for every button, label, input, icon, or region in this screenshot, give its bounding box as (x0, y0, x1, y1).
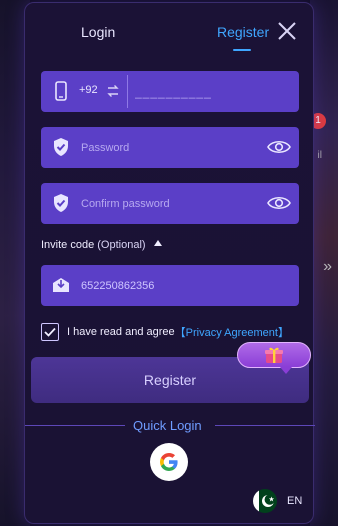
field-divider (127, 75, 128, 108)
eye-icon[interactable] (267, 138, 291, 156)
phone-field[interactable]: +92 (41, 71, 305, 112)
agreement-row: I have read and agree 【Privacy Agreement… (41, 322, 289, 342)
google-icon (160, 453, 178, 471)
invite-label-text: Invite code (41, 239, 95, 251)
confirm-password-field[interactable] (41, 183, 299, 224)
pakistan-flag-icon (253, 489, 277, 513)
close-icon (278, 22, 296, 40)
phone-input[interactable] (135, 81, 305, 103)
checkmark-icon (44, 327, 56, 337)
language-selector[interactable]: EN (253, 489, 302, 513)
caret-up-icon[interactable] (153, 239, 163, 247)
eye-icon[interactable] (267, 194, 291, 212)
invite-code-input[interactable] (81, 275, 251, 297)
gift-badge[interactable] (237, 342, 311, 374)
divider (25, 425, 125, 426)
gift-icon (265, 347, 283, 363)
agreement-text: I have read and agree (67, 326, 175, 338)
password-field[interactable] (41, 127, 299, 168)
close-button[interactable] (277, 21, 297, 41)
background-text: il (317, 150, 322, 161)
invite-code-label[interactable]: Invite code (Optional) (41, 239, 146, 251)
shield-check-icon (54, 138, 68, 156)
agreement-checkbox[interactable] (41, 323, 59, 341)
privacy-agreement-link[interactable]: 【Privacy Agreement】 (175, 324, 289, 340)
mail-inbox-icon (53, 278, 69, 292)
active-tab-indicator (233, 49, 251, 51)
register-modal: Login Register +92 __________ Invite cod… (24, 2, 315, 524)
invite-optional-text: (Optional) (97, 239, 146, 251)
tab-login[interactable]: Login (81, 24, 115, 40)
shield-check-icon (54, 194, 68, 212)
phone-icon (55, 81, 67, 101)
password-input[interactable] (81, 137, 251, 159)
quick-login-title: Quick Login (133, 418, 202, 433)
chevron-right-icon[interactable]: » (323, 258, 332, 276)
invite-code-field[interactable] (41, 265, 299, 306)
auth-tabs: Login Register (25, 3, 313, 53)
confirm-password-input[interactable] (81, 193, 251, 215)
language-code: EN (287, 495, 303, 507)
country-code[interactable]: +92 (79, 84, 98, 96)
swap-icon[interactable] (107, 84, 119, 98)
google-login-button[interactable] (150, 443, 188, 481)
divider (215, 425, 315, 426)
tab-register[interactable]: Register (217, 24, 269, 40)
